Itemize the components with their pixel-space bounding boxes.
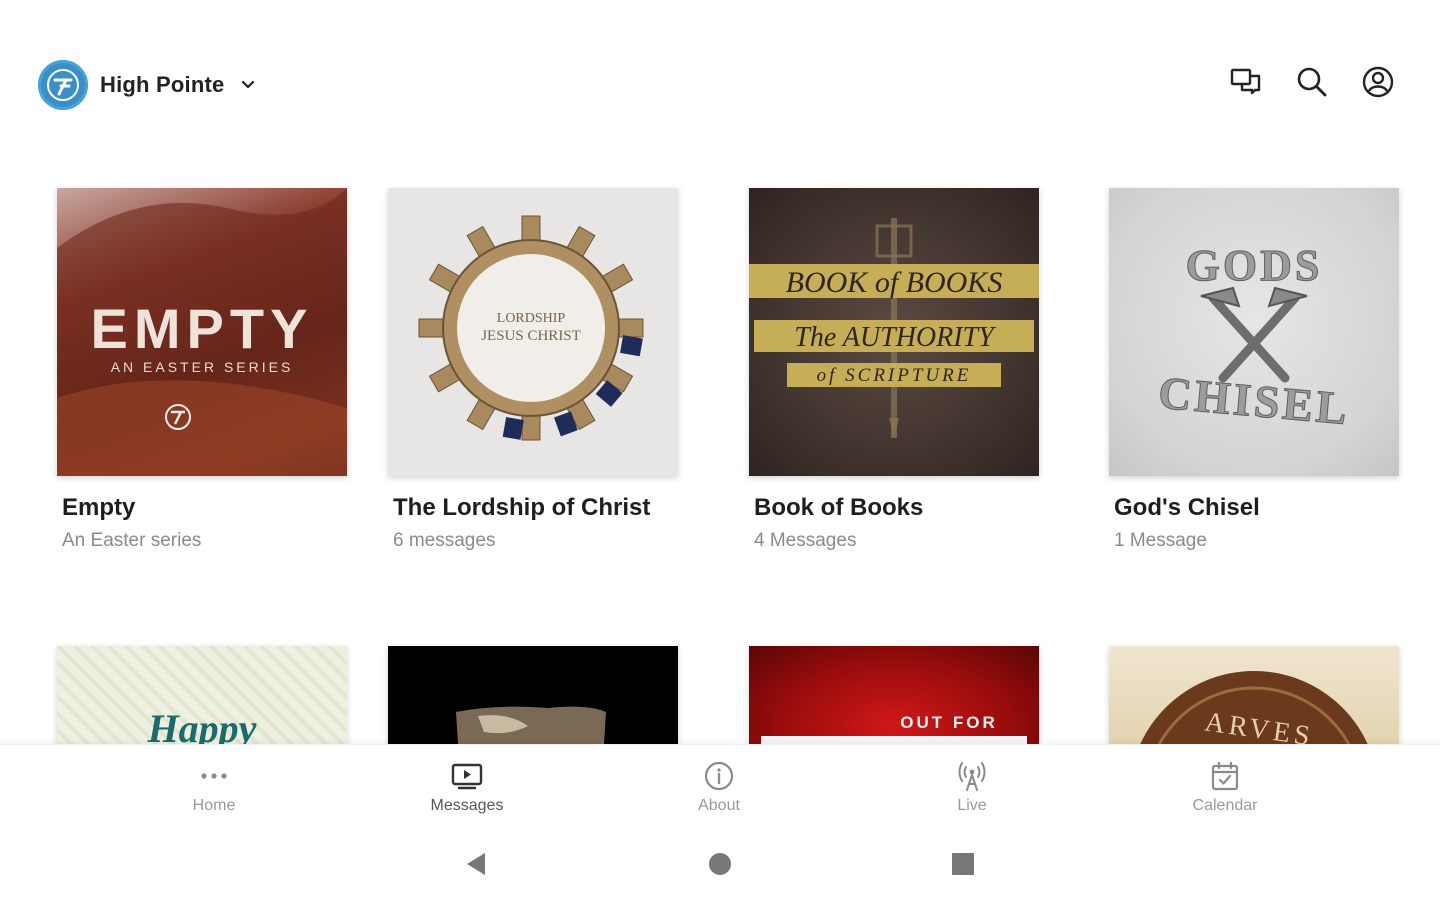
series-artwork: LORDSHIP JESUS CHRIST	[388, 188, 678, 476]
nav-tab-about[interactable]: About	[649, 759, 789, 815]
artwork-title-text: EMPTY	[91, 297, 314, 360]
header-actions	[1228, 64, 1396, 100]
church-name: High Pointe	[100, 72, 225, 97]
search-icon	[1297, 67, 1327, 97]
nav-tab-home[interactable]: Home	[144, 759, 284, 815]
nav-tab-messages[interactable]: Messages	[397, 759, 537, 815]
artwork-title-text: LORDSHIP	[497, 311, 566, 326]
artwork-line3-text: of SCRIPTURE	[817, 365, 972, 386]
series-subtitle: 6 messages	[393, 530, 496, 551]
series-subtitle: An Easter series	[62, 530, 202, 551]
bottom-navigation: Home Messages About Live Calendar	[0, 744, 1440, 826]
church-switcher[interactable]: High Pointe	[38, 60, 258, 110]
chat-icon	[1230, 68, 1261, 95]
artwork-subtitle-text: CHISEL	[1156, 367, 1352, 435]
series-card-row2-2[interactable]	[388, 646, 678, 744]
series-title: Book of Books	[754, 494, 924, 521]
app-header: High Pointe	[0, 0, 1440, 150]
artwork-subtitle-text: AN EASTER SERIES	[111, 359, 294, 375]
series-card-book-of-books[interactable]: BOOK of BOOKS The AUTHORITY of SCRIPTURE…	[749, 188, 1039, 552]
series-card-lordship[interactable]: LORDSHIP JESUS CHRIST The Lordship of Ch…	[388, 188, 678, 552]
chat-button[interactable]	[1228, 64, 1264, 100]
calendar-icon	[1208, 759, 1242, 793]
info-icon	[702, 759, 736, 793]
series-card-row2-4[interactable]: ARVES	[1109, 646, 1399, 744]
series-title: God's Chisel	[1114, 494, 1260, 521]
video-icon	[450, 759, 484, 793]
church-logo-icon	[38, 60, 88, 110]
home-circle-icon	[709, 853, 731, 875]
nav-label: Messages	[430, 797, 504, 814]
series-card-row2-3[interactable]: OUT FOR	[749, 646, 1039, 744]
series-card-gods-chisel[interactable]: GODS CHISEL God's Chisel 1 Message	[1109, 188, 1399, 552]
artwork-subtitle-text: The AUTHORITY	[794, 322, 997, 353]
broadcast-icon	[955, 759, 989, 793]
nav-label: Home	[192, 797, 236, 814]
system-navigation-bar	[0, 826, 1440, 900]
back-triangle-icon	[467, 853, 485, 875]
series-artwork: Happy	[57, 646, 347, 744]
series-artwork: GODS CHISEL	[1109, 188, 1399, 476]
search-button[interactable]	[1294, 64, 1330, 100]
series-card-row2-1[interactable]: Happy	[57, 646, 347, 744]
series-card-empty[interactable]: EMPTY AN EASTER SERIES Empty An Easter s…	[57, 188, 347, 552]
series-artwork: OUT FOR	[749, 646, 1039, 744]
series-artwork: ARVES	[1109, 646, 1399, 744]
artwork-title-text: GODS	[1186, 241, 1323, 290]
nav-label: About	[698, 797, 740, 814]
chevron-down-icon	[242, 80, 255, 89]
nav-tab-calendar[interactable]: Calendar	[1155, 759, 1295, 815]
series-subtitle: 1 Message	[1114, 530, 1207, 551]
nav-label: Live	[957, 797, 987, 814]
profile-button[interactable]	[1360, 64, 1396, 100]
nav-tab-live[interactable]: Live	[902, 759, 1042, 815]
series-subtitle: 4 Messages	[754, 530, 857, 551]
series-artwork	[388, 646, 678, 744]
account-icon	[1362, 66, 1394, 98]
system-home-button[interactable]	[706, 850, 734, 878]
series-artwork: EMPTY AN EASTER SERIES	[57, 188, 347, 476]
system-recents-button[interactable]	[949, 850, 977, 878]
artwork-subtitle-text: JESUS CHRIST	[481, 328, 581, 344]
artwork-title-text: BOOK of BOOKS	[786, 266, 1003, 299]
series-title: Empty	[62, 494, 136, 521]
system-back-button[interactable]	[463, 850, 491, 878]
artwork-title-text: Happy	[147, 706, 257, 744]
series-artwork: BOOK of BOOKS The AUTHORITY of SCRIPTURE	[749, 188, 1039, 476]
nav-label: Calendar	[1192, 797, 1258, 814]
artwork-title-text: OUT FOR	[900, 713, 998, 732]
more-dots-icon	[197, 759, 231, 793]
recents-square-icon	[952, 853, 974, 875]
series-title: The Lordship of Christ	[393, 494, 651, 521]
